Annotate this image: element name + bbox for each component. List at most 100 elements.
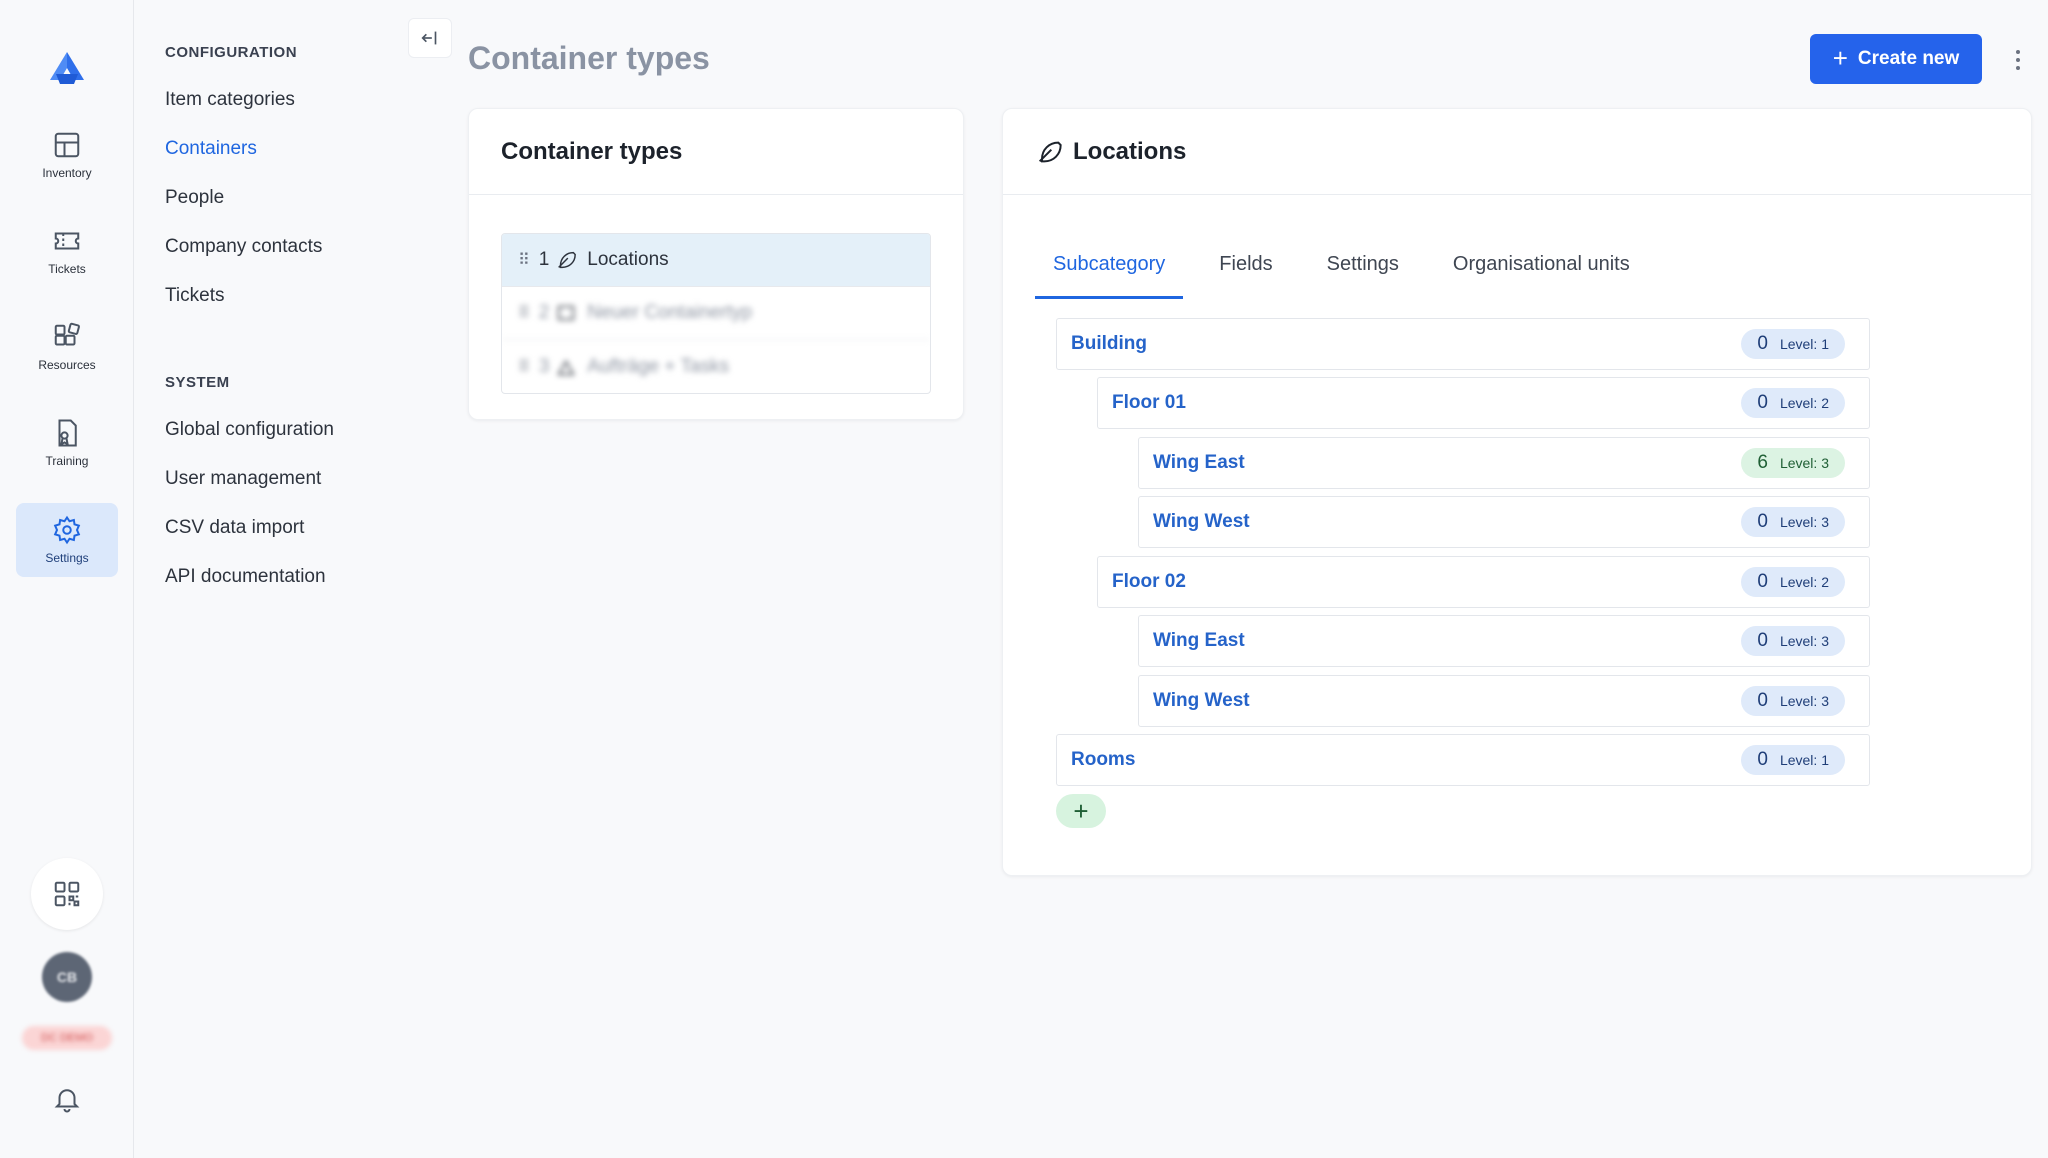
level-badge: 0 Level: 1 — [1741, 329, 1845, 359]
level-label: Level: 3 — [1779, 633, 1829, 649]
create-new-label: Create new — [1857, 48, 1960, 69]
kebab-dot — [2016, 66, 2020, 70]
tree-node[interactable]: Wing West 0 Level: 3 — [1138, 496, 1870, 548]
qr-code-icon — [54, 881, 80, 907]
rail-item-settings[interactable]: Settings — [16, 503, 118, 577]
container-type-number: 3 — [538, 355, 550, 377]
tree-node-name[interactable]: Building — [1071, 333, 1147, 355]
rail-item-label: Resources — [38, 358, 96, 372]
drag-handle-icon[interactable]: ⠿ — [518, 303, 530, 323]
tree-node[interactable]: Floor 02 0 Level: 2 — [1097, 556, 1870, 608]
system-section-title: SYSTEM — [165, 374, 230, 391]
subnav-item-api-documentation[interactable]: API documentation — [165, 566, 326, 588]
level-badge: 0 Level: 2 — [1741, 388, 1845, 418]
user-avatar[interactable]: CB — [42, 952, 92, 1002]
subnav-item-containers[interactable]: Containers — [165, 138, 257, 160]
app-logo-icon[interactable] — [48, 50, 86, 88]
item-count: 0 — [1757, 630, 1768, 651]
locations-card-title: Locations — [1073, 137, 1187, 165]
rail-item-training[interactable]: Training — [16, 406, 118, 480]
level-label: Level: 3 — [1779, 514, 1829, 530]
subnav-item-tickets[interactable]: Tickets — [165, 285, 224, 307]
rail-item-label: Tickets — [48, 262, 86, 276]
container-type-row[interactable]: ⠿ 3 Aufträge + Tasks — [502, 340, 930, 393]
container-types-list: ⠿ 1 Locations ⠿ 2 Neuer Containertyp ⠿ 3… — [501, 233, 931, 394]
tab-organisational-units[interactable]: Organisational units — [1435, 243, 1648, 299]
rail-item-label: Training — [45, 454, 89, 468]
tree-node[interactable]: Floor 01 0 Level: 2 — [1097, 377, 1870, 429]
item-count: 0 — [1757, 511, 1768, 532]
kebab-dot — [2016, 58, 2020, 62]
collapse-sidebar-button[interactable] — [408, 18, 452, 58]
subnav-item-item-categories[interactable]: Item categories — [165, 89, 295, 111]
ticket-icon — [54, 232, 80, 250]
tree-node-name[interactable]: Floor 02 — [1112, 571, 1186, 593]
subnav-item-user-management[interactable]: User management — [165, 468, 321, 490]
settings-subnav: CONFIGURATION Item categories Containers… — [134, 0, 448, 1158]
page-title: Container types — [468, 40, 710, 76]
subnav-item-people[interactable]: People — [165, 187, 224, 209]
subnav-item-global-configuration[interactable]: Global configuration — [165, 419, 334, 441]
kebab-dot — [2016, 50, 2020, 54]
item-count: 0 — [1757, 690, 1768, 711]
tree-node[interactable]: Building 0 Level: 1 — [1056, 318, 1870, 370]
container-type-number: 1 — [538, 249, 550, 270]
grid-icon — [54, 132, 80, 158]
training-icon — [58, 419, 77, 447]
tree-node-name[interactable]: Floor 01 — [1112, 392, 1186, 414]
tree-node[interactable]: Wing East 0 Level: 3 — [1138, 615, 1870, 667]
tab-subcategory[interactable]: Subcategory — [1035, 243, 1184, 299]
app-rail: Inventory Tickets Resources Training Set… — [0, 0, 134, 1158]
container-type-label: Locations — [587, 249, 669, 270]
item-count: 0 — [1757, 749, 1768, 770]
tree-node[interactable]: Wing West 0 Level: 3 — [1138, 675, 1870, 727]
drag-handle-icon[interactable]: ⠿ — [518, 357, 530, 377]
create-new-button[interactable]: + Create new — [1810, 34, 1982, 84]
level-label: Level: 3 — [1779, 455, 1829, 471]
tree-node[interactable]: Wing East 6 Level: 3 — [1138, 437, 1870, 489]
rail-item-inventory[interactable]: Inventory — [16, 118, 118, 192]
gear-icon — [53, 515, 81, 545]
item-count: 0 — [1757, 333, 1768, 354]
qr-scan-button[interactable] — [31, 858, 103, 930]
tree-node-name[interactable]: Rooms — [1071, 749, 1135, 771]
container-type-label: Aufträge + Tasks — [587, 355, 729, 377]
notifications-button[interactable] — [52, 1084, 82, 1114]
tree-node[interactable]: Rooms 0 Level: 1 — [1056, 734, 1870, 786]
level-badge: 0 Level: 3 — [1741, 686, 1845, 716]
plus-icon: + — [1832, 43, 1848, 73]
bell-icon — [54, 1089, 80, 1113]
box-icon — [555, 302, 577, 324]
item-count: 0 — [1757, 571, 1768, 592]
container-types-card: Container types ⠿ 1 Locations ⠿ 2 Neuer … — [468, 108, 964, 420]
tree-node-name[interactable]: Wing East — [1153, 452, 1245, 474]
tab-settings[interactable]: Settings — [1309, 243, 1417, 299]
configuration-section-title: CONFIGURATION — [165, 44, 298, 61]
tasks-icon — [555, 356, 577, 378]
resources-icon — [54, 322, 80, 346]
drag-handle-icon[interactable]: ⠿ — [518, 250, 530, 270]
level-label: Level: 2 — [1779, 395, 1829, 411]
rail-item-label: Inventory — [42, 166, 92, 180]
container-type-row[interactable]: ⠿ 2 Neuer Containertyp — [502, 287, 930, 340]
more-options-button[interactable] — [2006, 42, 2030, 78]
subnav-item-company-contacts[interactable]: Company contacts — [165, 236, 322, 258]
rail-item-label: Settings — [45, 551, 89, 565]
level-label: Level: 3 — [1779, 693, 1829, 709]
rail-item-resources[interactable]: Resources — [16, 310, 118, 384]
tab-fields[interactable]: Fields — [1201, 243, 1290, 299]
environment-badge: DC DEMO — [22, 1026, 112, 1050]
container-types-card-title: Container types — [469, 109, 963, 195]
feather-icon — [555, 249, 577, 271]
level-label: Level: 1 — [1779, 336, 1829, 352]
rail-item-tickets[interactable]: Tickets — [16, 214, 118, 288]
collapse-left-icon — [421, 31, 437, 45]
level-badge: 0 Level: 3 — [1741, 626, 1845, 656]
subnav-item-csv-data-import[interactable]: CSV data import — [165, 517, 304, 539]
add-subcategory-button[interactable]: + — [1056, 794, 1106, 828]
tree-node-name[interactable]: Wing East — [1153, 630, 1245, 652]
container-type-row[interactable]: ⠿ 1 Locations — [502, 234, 930, 287]
tree-node-name[interactable]: Wing West — [1153, 690, 1250, 712]
tree-node-name[interactable]: Wing West — [1153, 511, 1250, 533]
feather-icon — [1038, 141, 1062, 162]
